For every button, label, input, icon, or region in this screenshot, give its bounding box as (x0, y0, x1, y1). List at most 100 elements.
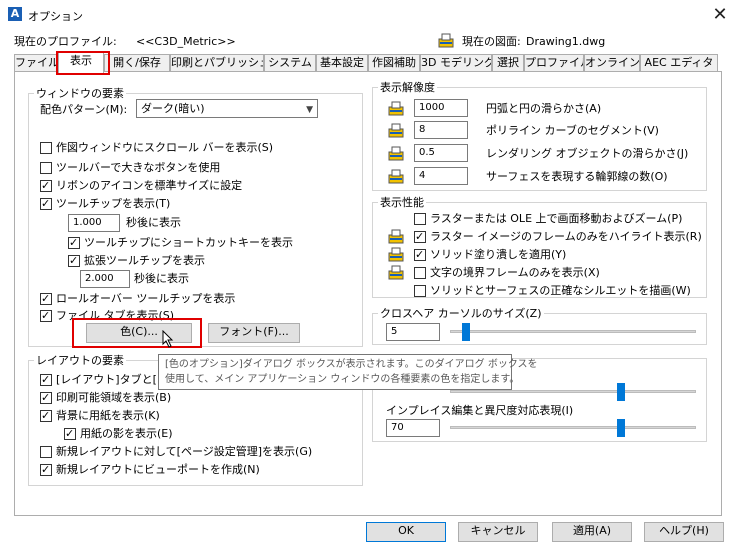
tab-open-save[interactable]: 開く/保存 (104, 54, 170, 72)
crosshair-title: クロスヘア カーソルのサイズ(Z) (378, 307, 544, 320)
create-viewport-label: 新規レイアウトにビューポートを作成(N) (56, 463, 260, 476)
pan-zoom-raster-checkbox[interactable] (414, 213, 426, 225)
inplace-edit-input[interactable]: 70 (386, 419, 440, 437)
polyline-segments-label: ポリライン カーブのセグメント(V) (486, 124, 659, 137)
cancel-button[interactable]: キャンセル (458, 522, 538, 542)
inplace-fade-slider-thumb[interactable] (616, 419, 625, 437)
render-smoothness-input[interactable]: 0.5 (414, 144, 468, 162)
tooltips-checkbox[interactable] (40, 197, 52, 210)
printable-area-label: 印刷可能領域を表示(B) (56, 391, 172, 404)
colors-button-highlight-box (72, 318, 202, 348)
drawing-saved-icon (388, 122, 404, 138)
polyline-segments-input[interactable]: 8 (414, 121, 468, 139)
tab-profiles[interactable]: プロファイル (524, 54, 584, 72)
scrollbars-label: 作図ウィンドウにスクロール バーを表示(S) (56, 141, 274, 154)
drawing-saved-icon (388, 100, 404, 116)
arc-smoothness-label: 円弧と円の滑らかさ(A) (486, 102, 602, 115)
drawing-file-icon (438, 32, 454, 48)
tooltips-label: ツールチップを表示(T) (56, 197, 171, 210)
title-bar: A オプション ✕ (0, 0, 736, 30)
tooltip-delay-label: 秒後に表示 (126, 216, 181, 229)
printable-area-checkbox[interactable] (40, 391, 52, 404)
file-tabs-checkbox[interactable] (40, 309, 52, 322)
large-buttons-checkbox[interactable] (40, 162, 52, 174)
rollover-label: ロールオーバー ツールチップを表示 (56, 292, 236, 305)
highlight-raster-frame-label: ラスター イメージのフレームのみをハイライト表示(R) (430, 230, 702, 243)
fonts-button[interactable]: フォント(F)... (208, 323, 300, 343)
mouse-pointer-icon (162, 329, 176, 348)
paper-background-label: 背景に用紙を表示(K) (56, 409, 160, 422)
tab-plot-publish[interactable]: 印刷とパブリッシュ (170, 54, 264, 72)
tab-aec-editor[interactable]: AEC エディタ (640, 54, 718, 72)
drawing-saved-icon (388, 228, 404, 244)
page-setup-label: 新規レイアウトに対して[ページ設定管理]を表示(G) (56, 445, 313, 458)
current-drawing-label: 現在の図面: (462, 35, 521, 48)
shortcut-keys-label: ツールチップにショートカットキーを表示 (84, 236, 293, 249)
display-performance-title: 表示性能 (378, 196, 426, 209)
drawing-saved-icon (388, 246, 404, 262)
colors-button-tooltip: [色のオプション]ダイアログ ボックスが表示されます。このダイアログ ボックスを… (158, 354, 538, 390)
silhouette-checkbox[interactable] (414, 285, 426, 297)
drawing-saved-icon (388, 264, 404, 280)
page-setup-checkbox[interactable] (40, 446, 52, 458)
crosshair-size-input[interactable]: 5 (386, 323, 440, 341)
tab-3d-modeling[interactable]: 3D モデリング (420, 54, 492, 72)
apply-button[interactable]: 適用(A) (552, 522, 632, 542)
tab-online[interactable]: オンライン (584, 54, 640, 72)
paper-background-checkbox[interactable] (40, 409, 52, 422)
window-elements-title: ウィンドウの要素 (34, 87, 126, 100)
chevron-down-icon: ▼ (306, 105, 313, 115)
crosshair-slider-track[interactable] (450, 330, 696, 333)
display-resolution-title: 表示解像度 (378, 81, 437, 94)
current-profile-value: <<C3D_Metric>> (136, 35, 236, 48)
ok-button[interactable]: OK (366, 522, 446, 542)
pan-zoom-raster-label: ラスターまたは OLE 上で画面移動およびズーム(P) (430, 212, 683, 225)
solid-fill-label: ソリッド塗り潰しを適用(Y) (430, 248, 567, 261)
ribbon-icons-label: リボンのアイコンを標準サイズに設定 (56, 179, 243, 192)
rollover-checkbox[interactable] (40, 292, 52, 305)
contour-lines-input[interactable]: 4 (414, 167, 468, 185)
xref-fade-slider-track[interactable] (450, 390, 696, 393)
paper-shadow-label: 用紙の影を表示(E) (80, 427, 173, 440)
tab-drafting[interactable]: 作図補助 (368, 54, 420, 72)
drawing-saved-icon (388, 168, 404, 184)
layout-elements-title: レイアウトの要素 (34, 354, 126, 367)
xref-fade-slider-thumb[interactable] (616, 383, 625, 401)
scrollbars-checkbox[interactable] (40, 142, 52, 154)
layout-tabs-checkbox[interactable] (40, 373, 52, 386)
tab-selection[interactable]: 選択 (492, 54, 524, 72)
create-viewport-checkbox[interactable] (40, 463, 52, 476)
extended-tooltips-checkbox[interactable] (68, 254, 80, 267)
crosshair-slider-thumb[interactable] (461, 323, 470, 341)
large-buttons-label: ツールバーで大きなボタンを使用 (56, 161, 221, 174)
tab-user-preferences[interactable]: 基本設定 (316, 54, 368, 72)
render-smoothness-label: レンダリング オブジェクトの滑らかさ(J) (486, 147, 689, 160)
contour-lines-label: サーフェスを表現する輪郭線の数(O) (486, 170, 668, 183)
color-scheme-label: 配色パターン(M): (40, 103, 128, 116)
silhouette-label: ソリッドとサーフェスの正確なシルエットを描画(W) (430, 284, 691, 297)
tooltip-line-1: [色のオプション]ダイアログ ボックスが表示されます。このダイアログ ボックスを (165, 359, 538, 370)
extended-delay-input[interactable]: 2.000 (80, 270, 130, 288)
tooltip-line-2: 使用して、メイン アプリケーション ウィンドウの各種要素の色を指定します。 (165, 374, 520, 385)
paper-shadow-checkbox[interactable] (64, 427, 76, 440)
tab-files[interactable]: ファイル (14, 54, 58, 72)
highlight-raster-frame-checkbox[interactable] (414, 230, 426, 243)
shortcut-keys-checkbox[interactable] (68, 236, 80, 249)
close-icon[interactable]: ✕ (706, 2, 734, 28)
text-frame-checkbox[interactable] (414, 267, 426, 279)
color-scheme-select[interactable]: ダーク(暗い) ▼ (136, 99, 318, 118)
extended-delay-label: 秒後に表示 (134, 272, 189, 285)
help-button[interactable]: ヘルプ(H) (644, 522, 724, 542)
autocad-a-icon: A (8, 7, 22, 21)
tab-highlight-box (56, 51, 110, 75)
inplace-edit-label: インプレイス編集と異尺度対応表現(I) (386, 404, 574, 417)
current-profile-label: 現在のプロファイル: (14, 35, 117, 48)
solid-fill-checkbox[interactable] (414, 248, 426, 261)
color-scheme-value: ダーク(暗い) (141, 102, 205, 115)
tab-system[interactable]: システム (264, 54, 316, 72)
inplace-fade-slider-track[interactable] (450, 426, 696, 429)
arc-smoothness-input[interactable]: 1000 (414, 99, 468, 117)
tooltip-delay-input[interactable]: 1.000 (68, 214, 120, 232)
extended-tooltips-label: 拡張ツールチップを表示 (84, 254, 205, 267)
ribbon-icons-checkbox[interactable] (40, 179, 52, 192)
